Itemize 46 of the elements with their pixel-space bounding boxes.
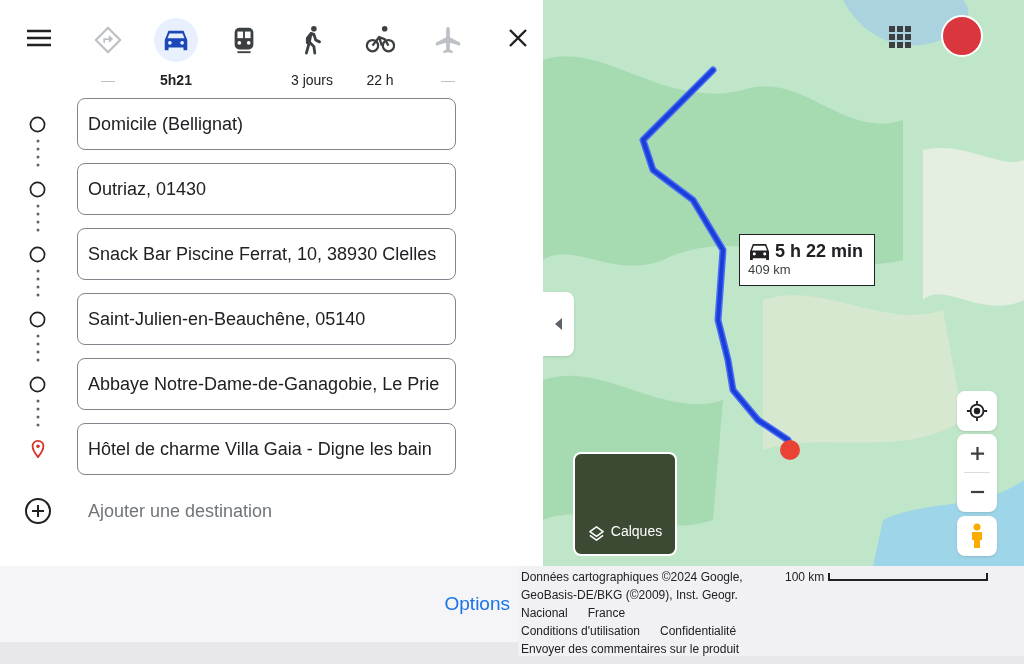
waypoint-circle-icon: [29, 310, 46, 328]
grid-icon[interactable]: [889, 26, 911, 48]
travel-mode-tab[interactable]: 5h21: [142, 18, 210, 91]
airplane-icon: [433, 25, 463, 55]
pegman-icon: [970, 523, 984, 549]
feedback-link[interactable]: Envoyer des commentaires sur le produit: [521, 642, 740, 656]
stop-input-field[interactable]: Snack Bar Piscine Ferrat, 10, 38930 Clelles: [77, 228, 456, 280]
stop-input-field[interactable]: Hôtel de charme Villa Gaia - Digne les bain: [77, 423, 456, 475]
waypoint-circle-icon: [29, 115, 46, 133]
stop-input-field[interactable]: Domicile (Bellignat): [77, 98, 456, 150]
dotted-connector-icon: [36, 138, 40, 168]
dotted-connector-icon: [36, 398, 40, 428]
car-icon: [748, 241, 771, 261]
footer-link[interactable]: Conditions d'utilisation: [521, 622, 641, 640]
dotted-connector-icon: [36, 203, 40, 233]
my-location-button[interactable]: [957, 391, 997, 431]
stop-input-field[interactable]: Outriaz, 01430: [77, 163, 456, 215]
bicycle-icon: [365, 25, 395, 55]
minus-icon: [969, 490, 985, 494]
options-link[interactable]: Options: [444, 589, 510, 619]
travel-mode-tab[interactable]: 3 jours: [278, 18, 346, 91]
plus-icon: [969, 445, 985, 461]
add-icon[interactable]: [24, 497, 52, 525]
caret-left-icon: [554, 318, 563, 330]
dotted-connector-icon: [36, 333, 40, 363]
route-distance: 409 km: [748, 262, 792, 277]
waypoint-circle-icon: [29, 180, 46, 198]
stop-input-field[interactable]: Abbaye Notre-Dame-de-Ganagobie, Le Prie: [77, 358, 456, 410]
footer-link[interactable]: Confidentialité: [660, 622, 737, 640]
my-location-icon: [966, 400, 988, 422]
close-icon[interactable]: [508, 28, 528, 48]
layers-icon: [587, 525, 605, 542]
waypoint-circle-icon: [29, 375, 46, 393]
scale-label: 100 km: [785, 569, 825, 586]
map-data-attribution: Données cartographiques ©2024 Google, GeoBasis-DE/BKG (©2009), Inst. Geogr. Nacional France: [521, 569, 744, 622]
collapse-panel-button[interactable]: [543, 292, 574, 356]
travel-mode-tab[interactable]: 22 h: [346, 18, 414, 91]
stop-input-field[interactable]: Saint-Julien-en-Beauchêne, 05140: [77, 293, 456, 345]
waypoint-circle-icon: [29, 245, 46, 263]
location-pin-icon: [31, 440, 45, 458]
route-duration: 5 h 22 min: [775, 240, 864, 262]
add-destination-link[interactable]: Ajouter une destination: [88, 497, 273, 525]
dotted-connector-icon: [36, 268, 40, 298]
directions-sign-icon: [93, 25, 123, 55]
layers-button[interactable]: Calques: [573, 452, 677, 556]
menu-icon[interactable]: [26, 28, 52, 48]
